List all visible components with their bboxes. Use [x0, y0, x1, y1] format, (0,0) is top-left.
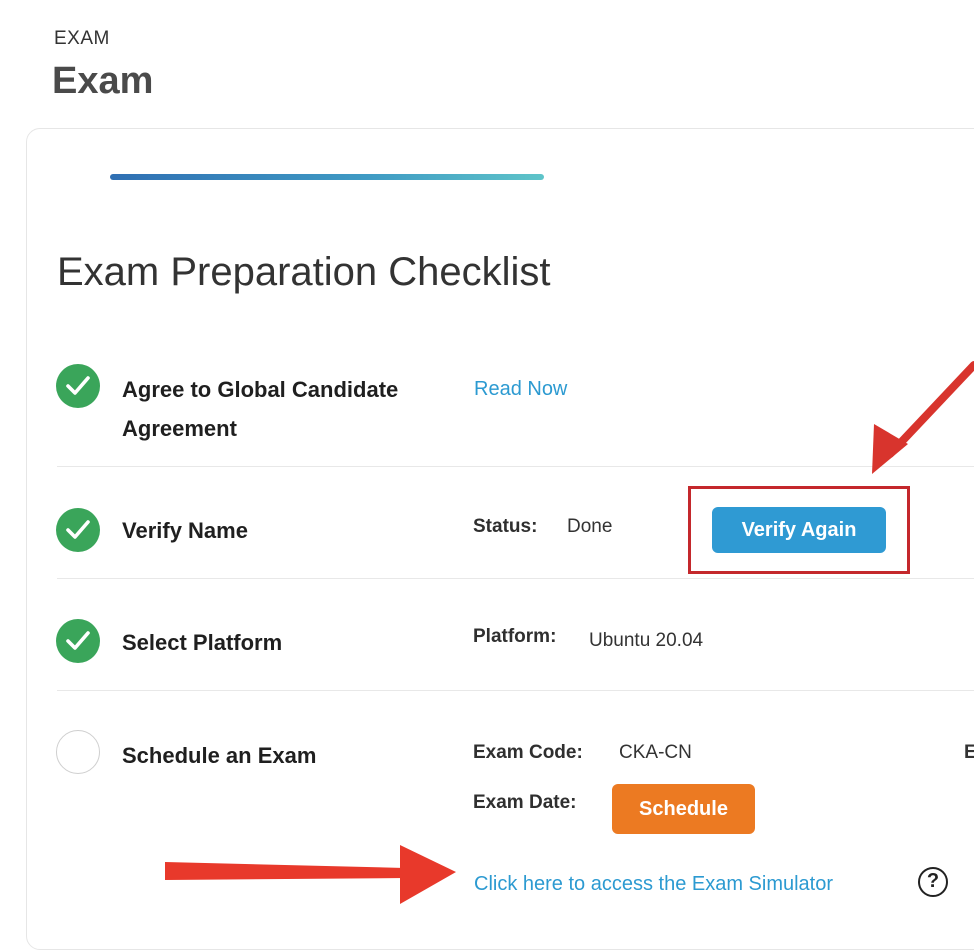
progress-bar — [110, 174, 544, 180]
exam-date-key: Exam Date: — [473, 792, 577, 813]
checkmark-icon — [56, 619, 100, 663]
schedule-button[interactable]: Schedule — [612, 784, 755, 834]
pending-circle-icon — [56, 730, 100, 774]
divider — [57, 690, 974, 691]
checklist-title: Exam Preparation Checklist — [57, 250, 551, 294]
item-label-verify-name: Verify Name — [122, 518, 248, 543]
checkmark-icon — [56, 364, 100, 408]
platform-value: Ubuntu 20.04 — [589, 630, 704, 651]
exam-simulator-link[interactable]: Click here to access the Exam Simulator — [474, 873, 833, 896]
platform-key: Platform: — [473, 626, 557, 647]
item-label-agreement: Agree to Global Candidate — [122, 377, 399, 402]
status-value: Done — [567, 516, 613, 537]
exam-code-value: CKA-CN — [619, 742, 692, 763]
item-label-select-platform: Select Platform — [122, 630, 283, 655]
question-circle-icon[interactable]: ? — [918, 867, 948, 897]
item-label-schedule-exam: Schedule an Exam — [122, 743, 317, 768]
breadcrumb-eyebrow: EXAM — [54, 28, 110, 49]
divider — [57, 578, 974, 579]
checkmark-icon — [56, 508, 100, 552]
status-key: Status: — [473, 516, 538, 537]
cut-off-label: E — [964, 742, 974, 763]
read-now-link[interactable]: Read Now — [474, 378, 567, 401]
exam-code-key: Exam Code: — [473, 742, 583, 763]
annotation-highlight-box — [688, 486, 910, 574]
divider — [57, 466, 974, 467]
item-label-agreement-line2: Agreement — [122, 416, 237, 441]
page-title: Exam — [52, 60, 154, 102]
